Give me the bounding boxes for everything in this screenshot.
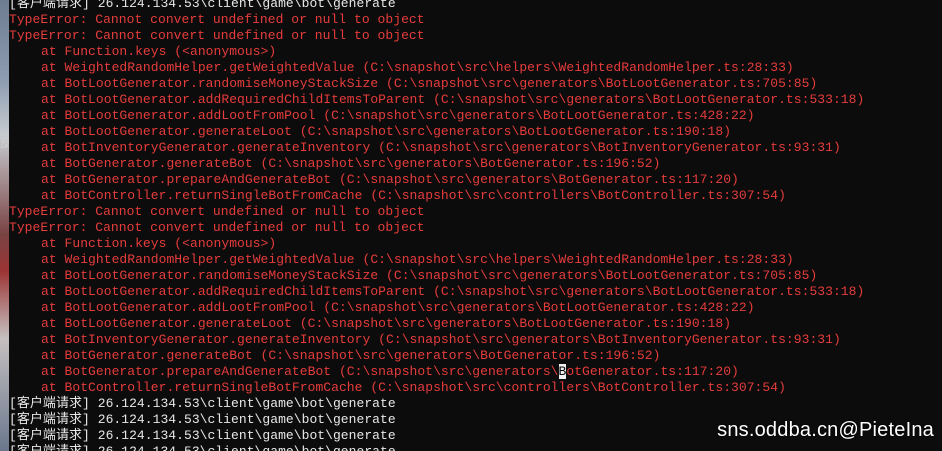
stack-trace-text: at BotGenerator.prepareAndGenerateBot (C… [41,364,559,379]
stack-trace-line: at BotLootGenerator.addRequiredChildItem… [9,92,942,108]
terminal-window[interactable]: 反 [客户端请求] 26.124.134.53\client\game\bot\… [0,0,942,451]
stack-trace-line: at BotGenerator.prepareAndGenerateBot (C… [9,172,942,188]
type-error-line: TypeError: Cannot convert undefined or n… [9,12,425,27]
background-window-glyph: 反 [0,138,9,150]
stack-trace-text: at BotLootGenerator.addRequiredChildItem… [41,92,865,107]
stack-trace-line: at BotLootGenerator.generateLoot (C:\sna… [9,124,942,140]
stack-trace-text: at BotGenerator.generateBot (C:\snapshot… [41,156,661,171]
stack-trace-line: at WeightedRandomHelper.getWeightedValue… [9,60,942,76]
type-error-line: TypeError: Cannot convert undefined or n… [9,220,425,235]
type-error-line: TypeError: Cannot convert undefined or n… [9,204,425,219]
stack-trace-text: at BotLootGenerator.addLootFromPool (C:\… [41,108,755,123]
stack-trace-line: at BotGenerator.generateBot (C:\snapshot… [9,156,942,172]
stack-trace-text: at BotLootGenerator.addRequiredChildItem… [41,284,865,299]
stack-trace-line: at BotController.returnSingleBotFromCach… [9,188,942,204]
stack-trace-line: at BotLootGenerator.randomiseMoneyStackS… [9,76,942,92]
stack-trace-line: at BotLootGenerator.addLootFromPool (C:\… [9,108,942,124]
type-error-line: TypeError: Cannot convert undefined or n… [9,28,425,43]
stack-trace-line: at BotLootGenerator.addRequiredChildItem… [9,284,942,300]
stack-trace-line: at BotInventoryGenerator.generateInvento… [9,332,942,348]
stack-trace-text: at BotController.returnSingleBotFromCach… [41,380,786,395]
stack-trace-line: at BotGenerator.generateBot (C:\snapshot… [9,348,942,364]
stack-trace-text: at BotLootGenerator.generateLoot (C:\sna… [41,316,732,331]
stack-trace-text: otGenerator.ts:117:20) [566,364,739,379]
stack-trace-line: at BotInventoryGenerator.generateInvento… [9,140,942,156]
stack-trace-line: at BotLootGenerator.randomiseMoneyStackS… [9,268,942,284]
stack-trace-text: at BotLootGenerator.generateLoot (C:\sna… [41,124,732,139]
stack-trace-line: at BotGenerator.prepareAndGenerateBot (C… [9,364,942,380]
stack-trace-text: at WeightedRandomHelper.getWeightedValue… [41,60,794,75]
stack-trace-text: at Function.keys (<anonymous>) [41,44,277,59]
stack-trace-line: at WeightedRandomHelper.getWeightedValue… [9,252,942,268]
watermark-text: sns.oddba.cn@PieteIna [717,419,934,441]
client-request-line: [客户端请求] 26.124.134.53\client\game\bot\ge… [9,396,396,411]
stack-trace-text: at BotLootGenerator.addLootFromPool (C:\… [41,300,755,315]
stack-trace-text: at BotLootGenerator.randomiseMoneyStackS… [41,268,818,283]
stack-trace-text: at BotInventoryGenerator.generateInvento… [41,332,841,347]
stack-trace-line: at BotController.returnSingleBotFromCach… [9,380,942,396]
client-request-line: [客户端请求] 26.124.134.53\client\game\bot\ge… [9,444,942,451]
stack-trace-line: at Function.keys (<anonymous>) [9,44,942,60]
stack-trace-text: at BotLootGenerator.randomiseMoneyStackS… [41,76,818,91]
stack-trace-text: at BotInventoryGenerator.generateInvento… [41,140,841,155]
stack-trace-text: at WeightedRandomHelper.getWeightedValue… [41,252,794,267]
stack-trace-text: at Function.keys (<anonymous>) [41,236,277,251]
stack-trace-text: at BotGenerator.generateBot (C:\snapshot… [41,348,661,363]
stack-trace-text: at BotGenerator.prepareAndGenerateBot (C… [41,172,739,187]
client-request-line: [客户端请求] 26.124.134.53\client\game\bot\ge… [9,0,396,11]
stack-trace-text: at BotController.returnSingleBotFromCach… [41,188,786,203]
stack-trace-line: at BotLootGenerator.generateLoot (C:\sna… [9,316,942,332]
stack-trace-line: at Function.keys (<anonymous>) [9,236,942,252]
background-window-strip [0,0,9,451]
terminal-output[interactable]: [客户端请求] 26.124.134.53\client\game\bot\ge… [9,0,942,451]
stack-trace-line: at BotLootGenerator.addLootFromPool (C:\… [9,300,942,316]
